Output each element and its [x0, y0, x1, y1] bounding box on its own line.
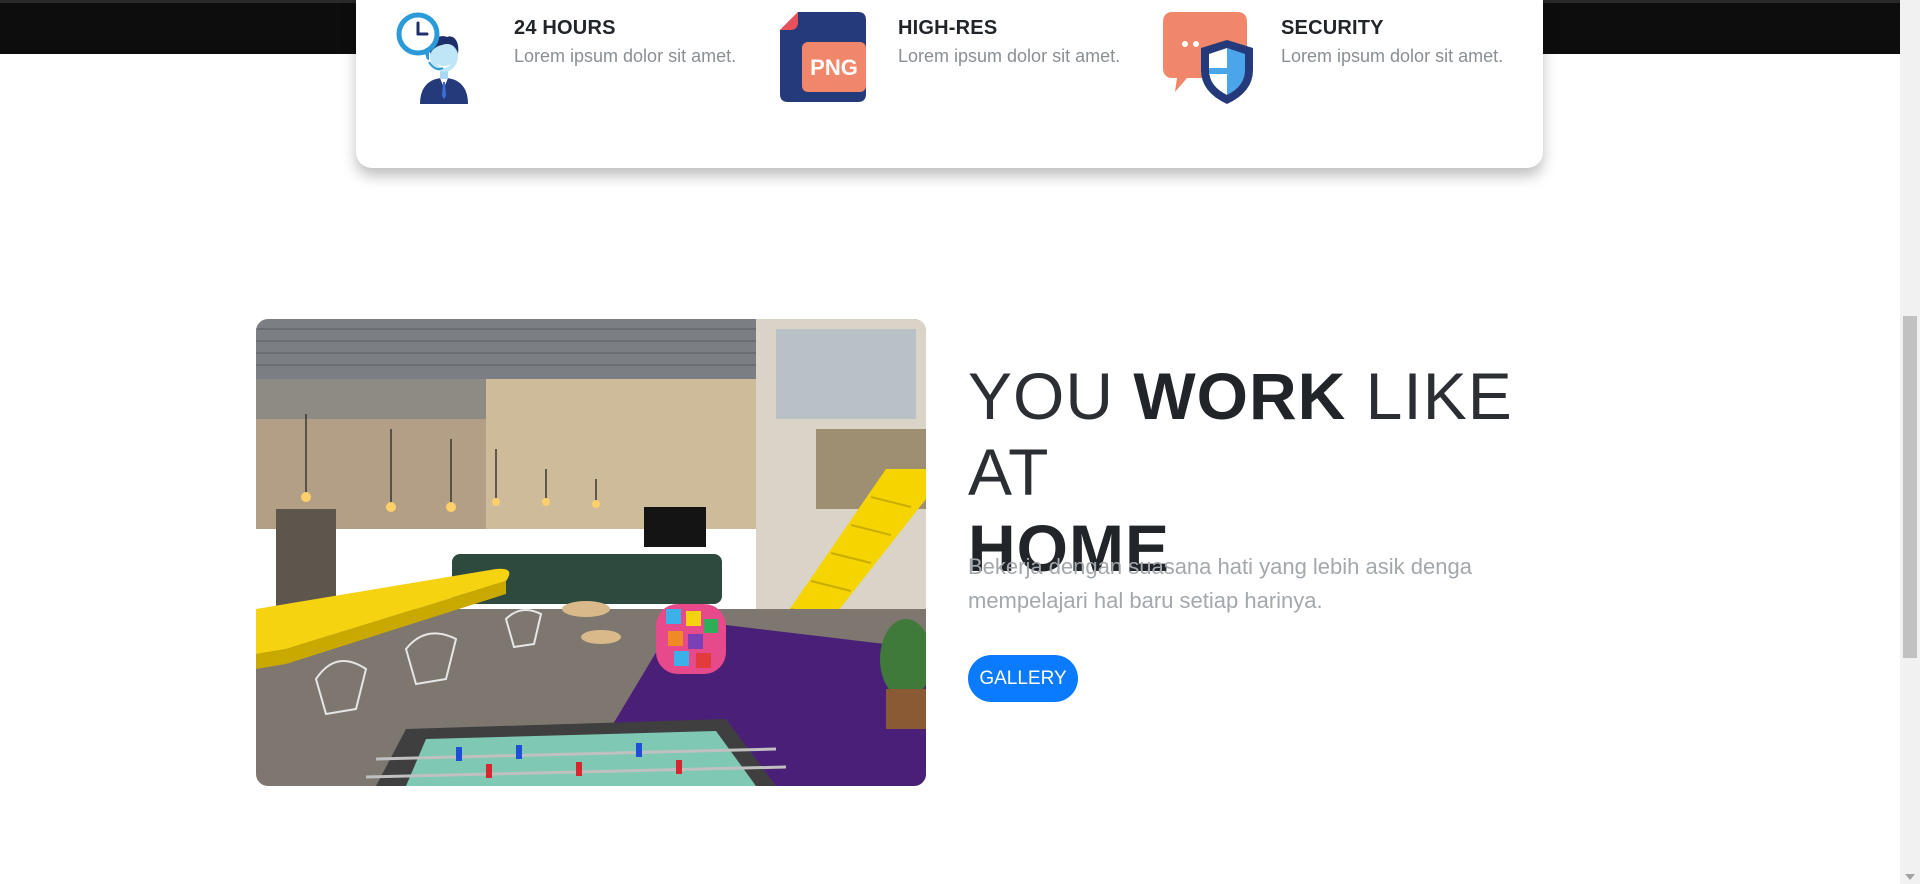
- heading-emphasis: WORK: [1133, 359, 1347, 433]
- feature-description: Lorem ipsum dolor sit amet.: [1281, 46, 1504, 66]
- heading-text: YOU: [968, 359, 1134, 433]
- features-card: 24 HOURS Lorem ipsum dolor sit amet. PNG…: [356, 0, 1543, 168]
- feature-title: HIGH-RES: [898, 17, 998, 39]
- page-scrollbar[interactable]: [1900, 0, 1920, 884]
- feature-description: Lorem ipsum dolor sit amet.: [898, 46, 1121, 66]
- coworking-lounge-photo: [256, 319, 926, 786]
- feature-description: Lorem ipsum dolor sit amet.: [514, 46, 737, 66]
- chat-shield-icon: [1163, 12, 1253, 104]
- support-agent-clock-icon: [396, 12, 468, 104]
- section-lead-text: Bekerja dengan suasana hati yang lebih a…: [968, 554, 1472, 613]
- feature-title: 24 HOURS: [514, 17, 616, 39]
- coworking-lounge-illustration: [256, 319, 926, 786]
- scrollbar-thumb[interactable]: [1903, 316, 1917, 658]
- gallery-button[interactable]: GALLERY: [968, 655, 1078, 702]
- png-file-icon: PNG: [780, 12, 866, 102]
- feature-title: SECURITY: [1281, 17, 1384, 39]
- png-label: PNG: [810, 55, 858, 80]
- page: 24 HOURS Lorem ipsum dolor sit amet. PNG…: [0, 0, 1920, 884]
- scroll-down-arrow-icon[interactable]: [1905, 874, 1915, 880]
